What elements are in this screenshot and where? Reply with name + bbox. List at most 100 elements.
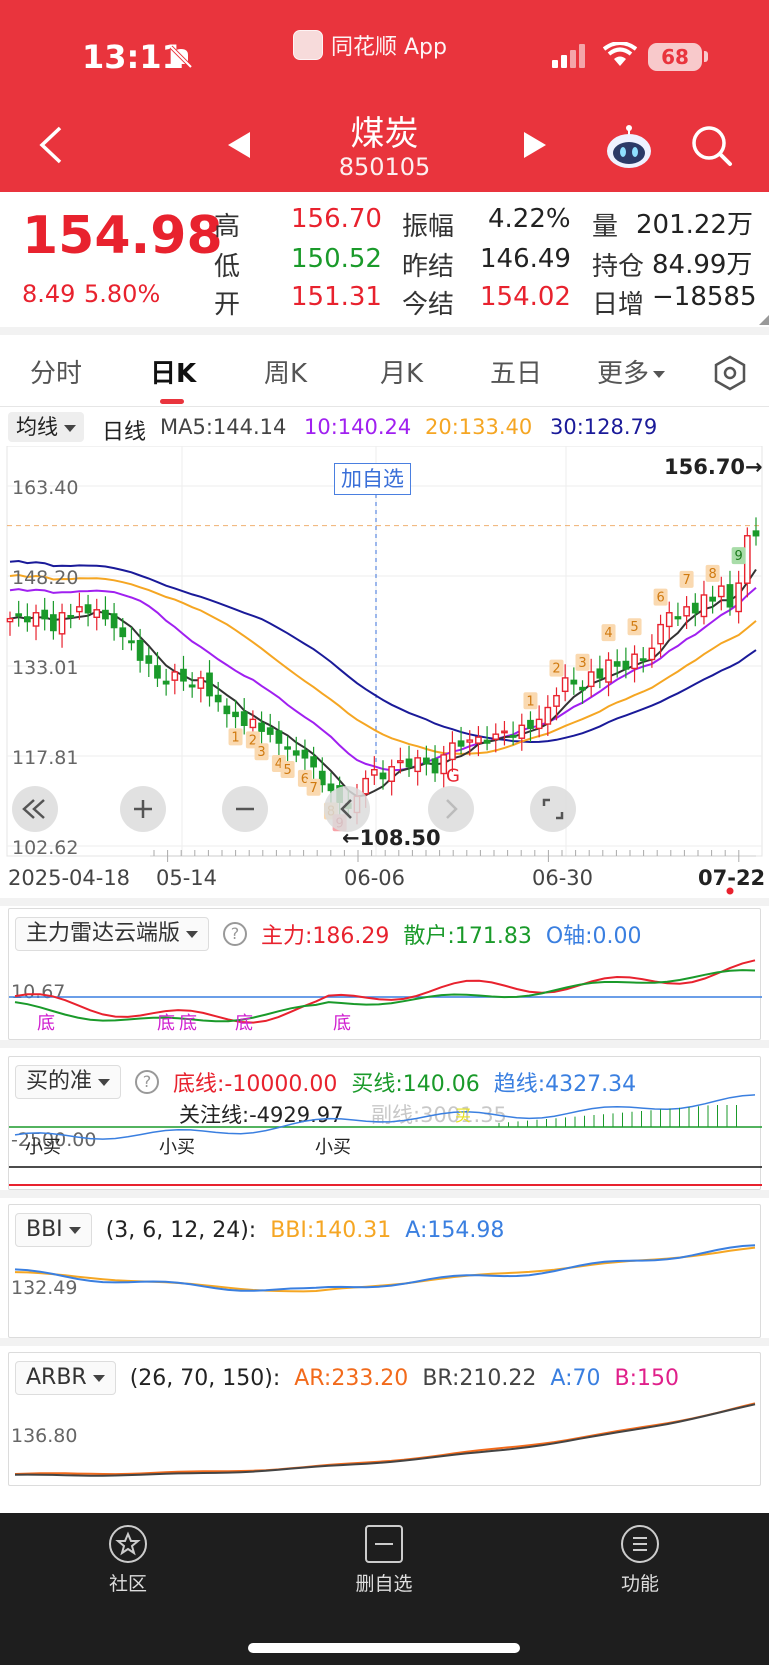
candle — [110, 613, 118, 629]
active-tab-indicator — [160, 399, 184, 404]
candle — [717, 585, 725, 598]
date-label: 05-14 — [156, 866, 218, 890]
chevron-down-icon — [653, 371, 666, 378]
indicator-panel-arbr[interactable]: ARBR (26, 70, 150): AR:233.20 BR:210.22 … — [8, 1352, 761, 1486]
tab-more[interactable]: 更多 — [597, 353, 666, 390]
maidezhun-lines: 小买 小买 小买 买 — [9, 1094, 762, 1186]
zhuli-line — [14, 959, 756, 1024]
ma20-value: 20:133.40 — [425, 415, 533, 439]
tab-five-day[interactable]: 五日 — [490, 353, 542, 390]
zoom-out-button[interactable] — [222, 786, 268, 832]
small-buy-signal: 小买 — [159, 1137, 195, 1158]
fullscreen-button[interactable] — [530, 786, 576, 832]
ma10-value: 10:140.24 — [304, 415, 412, 439]
daily-increase-value: −18585 — [652, 282, 757, 312]
chevron-right-icon — [446, 799, 458, 819]
indicator-panel-maidezhun[interactable]: 买的准 ? 底线:-10000.00 买线:140.06 趋线:4327.34 … — [8, 1056, 762, 1190]
step-back-button[interactable] — [324, 786, 370, 832]
candle — [15, 613, 23, 617]
prev-settle-label: 昨结 — [402, 252, 455, 282]
tab-weekly-k[interactable]: 周K — [264, 353, 307, 390]
candle — [284, 746, 291, 750]
candle — [449, 742, 456, 761]
candle — [674, 616, 682, 620]
nav-functions[interactable]: 功能 — [580, 1525, 700, 1596]
bottom-signal: 底 — [179, 1013, 197, 1034]
candle — [119, 627, 127, 638]
tab-intraday[interactable]: 分时 — [30, 353, 82, 390]
ma-selector[interactable]: 均线 — [8, 412, 84, 442]
tab-monthly-k[interactable]: 月K — [380, 353, 423, 390]
candle — [58, 612, 66, 635]
candle — [310, 756, 317, 768]
rewind-button[interactable] — [12, 786, 58, 832]
sanhu-line — [14, 969, 756, 1023]
seq-number: 3 — [257, 745, 265, 760]
robot-assistant-icon[interactable] — [604, 124, 654, 170]
seq-number: 5 — [283, 763, 291, 778]
tab-daily-k[interactable]: 日K — [150, 353, 196, 390]
expand-corner-icon[interactable] — [759, 315, 769, 325]
y-tick-label: 133.01 — [12, 657, 78, 679]
candle — [544, 706, 552, 725]
candle — [501, 730, 508, 734]
candle — [197, 677, 205, 689]
nav-remove-watchlist[interactable]: 删自选 — [324, 1525, 444, 1596]
last-price: 154.98 — [22, 206, 223, 266]
nav-community[interactable]: 社区 — [68, 1525, 188, 1596]
candles — [6, 517, 760, 825]
candle — [23, 616, 31, 623]
settings-hexagon-icon[interactable] — [712, 355, 748, 391]
minus-box-icon — [365, 1525, 403, 1563]
open-label: 开 — [214, 290, 241, 320]
bbi-line — [14, 1246, 756, 1293]
candle — [587, 671, 595, 688]
ma30-line — [9, 559, 757, 744]
zoom-in-button[interactable] — [120, 786, 166, 832]
open-interest-value: 84.99万 — [652, 250, 753, 280]
candle — [84, 604, 92, 614]
search-icon[interactable] — [690, 124, 734, 168]
tab-more-label: 更多 — [597, 359, 650, 389]
add-to-watchlist-tag[interactable]: 加自选 — [334, 463, 411, 495]
candle — [249, 718, 257, 729]
buy-signal: 买 — [455, 1106, 471, 1125]
y-tick-label: 117.81 — [12, 747, 78, 769]
date-label: 06-06 — [344, 866, 406, 890]
step-forward-button[interactable] — [428, 786, 474, 832]
candle — [709, 596, 716, 602]
candle — [518, 724, 526, 739]
candle — [50, 614, 57, 632]
candle — [683, 606, 690, 617]
indicator-panel-bbi[interactable]: BBI (3, 6, 12, 24): BBI:140.31 A:154.98 … — [8, 1204, 761, 1338]
period-tabs: 分时 日K 周K 月K 五日 更多 — [0, 335, 769, 407]
ma20-line — [9, 573, 757, 755]
battery-indicator: 68 — [648, 43, 702, 71]
candle — [475, 736, 482, 744]
indicator-panel-radar[interactable]: 主力雷达云端版 ? 主力:186.29 散户:171.83 O轴:0.00 10… — [8, 908, 762, 1040]
bottom-signal: 底 — [333, 1013, 351, 1034]
bottom-navigation: 社区 删自选 功能 — [0, 1513, 769, 1665]
divider — [0, 898, 769, 906]
candle — [275, 730, 283, 744]
candle — [266, 727, 274, 735]
quxian-line — [14, 1094, 756, 1140]
next-item-icon[interactable] — [522, 132, 546, 158]
y-tick-label: 148.20 — [12, 567, 78, 589]
candle — [570, 679, 578, 685]
app-logo-icon — [293, 30, 323, 60]
candle — [457, 740, 465, 747]
seq-number: 6 — [656, 591, 664, 606]
candle — [405, 758, 413, 768]
date-label: 06-30 — [532, 866, 594, 890]
candle — [726, 584, 734, 608]
candle — [396, 760, 404, 764]
candle — [370, 769, 378, 776]
high-label: 高 — [214, 212, 241, 242]
candle — [379, 772, 387, 780]
minus-icon — [236, 807, 254, 811]
nav-functions-label: 功能 — [620, 1573, 659, 1595]
prev-settle-value: 146.49 — [480, 244, 571, 274]
seq-number: 7 — [682, 573, 690, 588]
candle — [223, 705, 231, 715]
